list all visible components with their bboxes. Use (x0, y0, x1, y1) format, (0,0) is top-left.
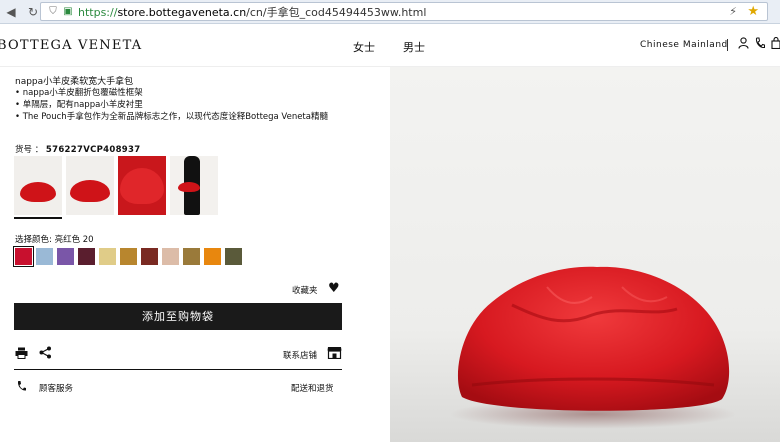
thumbnail-3[interactable] (118, 156, 166, 215)
color-swatch[interactable] (36, 248, 53, 265)
color-label: 选择颜色: 亮红色 20 (15, 235, 94, 245)
sku: 货号 ： 576227VCP408937 (15, 143, 140, 155)
favorites-label[interactable]: 收藏夹 (292, 284, 318, 296)
brand-logo[interactable]: BOTTEGA VENETA (0, 38, 142, 53)
main-menu: 女士 男士 (353, 39, 425, 55)
divider (727, 38, 728, 51)
color-swatch[interactable] (57, 248, 74, 265)
color-swatch[interactable] (183, 248, 200, 265)
add-to-bag-button[interactable]: 添加至购物袋 (14, 303, 342, 330)
product-info-panel: nappa小羊皮柔软宽大手拿包 • nappa小羊皮翻折包覆磁性框架 • 单隔层… (0, 67, 390, 442)
sku-value: 576227VCP408937 (45, 145, 141, 155)
print-icon[interactable] (15, 347, 28, 362)
back-icon[interactable]: ◀ (0, 3, 22, 21)
color-swatch[interactable] (78, 248, 95, 265)
color-swatch[interactable] (204, 248, 221, 265)
color-swatch[interactable] (13, 246, 34, 267)
section-divider (14, 369, 342, 370)
star-icon[interactable]: ★ (747, 4, 759, 19)
browser-toolbar: ◀ ↻ ⛉ ▣ https://store.bottegaveneta.cn/c… (0, 0, 780, 24)
phone-icon[interactable] (755, 37, 765, 52)
bag-icon[interactable] (771, 36, 780, 52)
customer-service-link[interactable]: 顾客服务 (39, 382, 73, 394)
color-swatch[interactable] (225, 248, 242, 265)
color-swatch[interactable] (99, 248, 116, 265)
share-icon[interactable] (39, 346, 52, 362)
color-swatch[interactable] (141, 248, 158, 265)
color-swatch[interactable] (120, 248, 137, 265)
account-icon[interactable] (738, 37, 749, 52)
color-swatch[interactable] (162, 248, 179, 265)
header-icons (727, 36, 780, 52)
shield-icon: ⛉ (49, 6, 57, 17)
region-selector[interactable]: Chinese Mainland (640, 40, 728, 50)
thumbnail-gallery (14, 156, 218, 215)
menu-item-women[interactable]: 女士 (353, 39, 375, 55)
thumbnail-selected-indicator (14, 217, 62, 219)
store-icon[interactable] (327, 346, 342, 362)
sku-label: 货号 ： (15, 145, 44, 155)
bolt-icon[interactable]: ⚡ (729, 5, 737, 18)
thumbnail-1[interactable] (14, 156, 62, 215)
thumbnail-2[interactable] (66, 156, 114, 215)
feature-item: • nappa小羊皮翻折包覆磁性框架 (15, 88, 143, 98)
phone-icon (16, 380, 27, 395)
feature-item: • The Pouch手拿包作为全新品牌标志之作，以现代态度诠释Bottega … (15, 112, 328, 122)
heart-icon[interactable]: ♥ (328, 281, 340, 296)
url-text: https://store.bottegaveneta.cn/cn/手拿包_co… (78, 5, 427, 19)
feature-list: • nappa小羊皮翻折包覆磁性框架 • 单隔层，配有nappa小羊皮衬里 • … (15, 87, 328, 123)
product-title: nappa小羊皮柔软宽大手拿包 (15, 77, 134, 87)
feature-item: • 单隔层，配有nappa小羊皮衬里 (15, 100, 143, 110)
shipping-returns-link[interactable]: 配送和退货 (291, 382, 334, 394)
site-header: BOTTEGA VENETA 女士 男士 Chinese Mainland (0, 25, 780, 67)
color-swatches (13, 246, 242, 267)
address-bar[interactable]: ⛉ ▣ https://store.bottegaveneta.cn/cn/手拿… (40, 2, 768, 21)
thumbnail-4[interactable] (170, 156, 218, 215)
lock-icon: ▣ (63, 6, 73, 17)
menu-item-men[interactable]: 男士 (403, 39, 425, 55)
pouch-bag-image (457, 266, 730, 411)
contact-store-link[interactable]: 联系店铺 (283, 349, 317, 361)
product-main-image (390, 67, 780, 442)
